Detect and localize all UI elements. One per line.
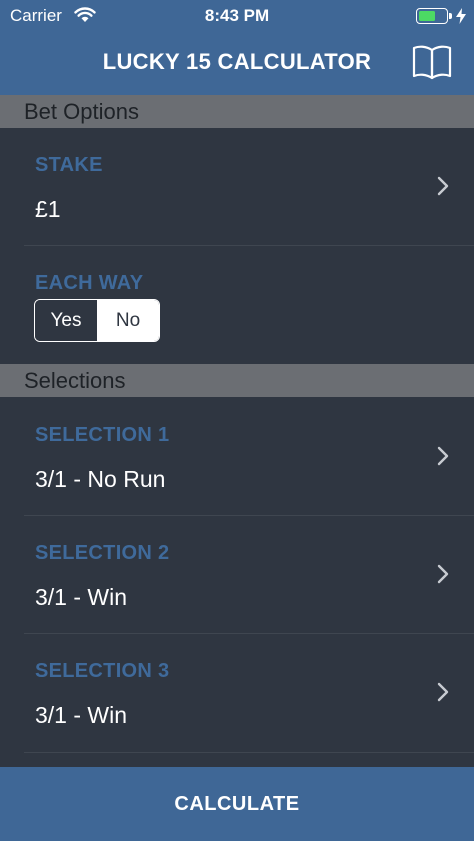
stake-value: £1	[35, 196, 61, 222]
chevron-right-icon	[437, 176, 449, 196]
selection-label: SELECTION 2	[35, 542, 170, 564]
chevron-right-icon	[437, 564, 449, 584]
divider	[24, 752, 474, 753]
selection-value: 3/1 - No Run	[35, 466, 166, 492]
section-header-bet-options: Bet Options	[0, 95, 474, 128]
selection-value: 3/1 - Win	[35, 702, 128, 728]
stake-label: STAKE	[35, 154, 103, 176]
chevron-right-icon	[437, 446, 449, 466]
clock: 8:43 PM	[204, 6, 270, 25]
chevron-right-icon	[437, 682, 449, 702]
each-way-yes-option[interactable]: Yes	[35, 300, 97, 341]
battery-cap	[449, 13, 452, 19]
section-header-selections: Selections	[0, 364, 474, 397]
battery-level	[419, 11, 435, 21]
calculate-button[interactable]: CALCULATE	[0, 767, 474, 841]
nav-bar: Carrier 8:43 PM LUCKY 15 CALCULATOR	[0, 0, 474, 95]
each-way-no-option[interactable]: No	[97, 300, 159, 341]
selection-row-2[interactable]: SELECTION 2 3/1 - Win	[0, 516, 474, 633]
charging-bolt-icon	[456, 8, 466, 24]
each-way-toggle[interactable]: Yes No	[34, 299, 160, 342]
book-icon[interactable]	[411, 44, 453, 80]
selection-label: SELECTION 1	[35, 424, 170, 446]
selection-row-3[interactable]: SELECTION 3 3/1 - Win	[0, 634, 474, 752]
stake-row[interactable]: STAKE £1	[0, 128, 474, 245]
each-way-label: EACH WAY	[35, 272, 144, 294]
battery-icon	[416, 8, 448, 24]
selection-row-1[interactable]: SELECTION 1 3/1 - No Run	[0, 397, 474, 515]
page-title: LUCKY 15 CALCULATOR	[102, 49, 372, 74]
status-bar: Carrier 8:43 PM	[0, 0, 474, 32]
selection-label: SELECTION 3	[35, 660, 170, 682]
selection-value: 3/1 - Win	[35, 584, 128, 610]
